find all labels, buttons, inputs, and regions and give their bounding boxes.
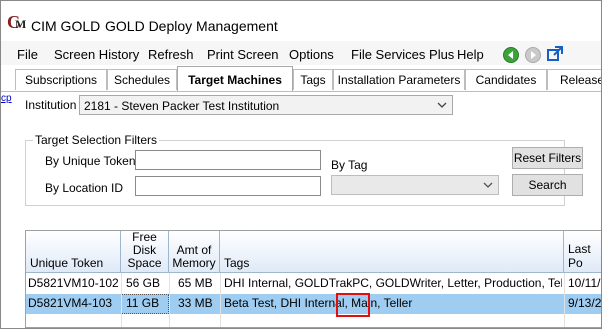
- left-link-strip[interactable]: cp: [1, 93, 12, 133]
- grid-divider: [121, 273, 122, 327]
- grid-divider: [564, 273, 565, 327]
- col-tags[interactable]: Tags: [220, 231, 564, 273]
- filters-group-title: Target Selection Filters: [33, 133, 160, 147]
- unique-token-input[interactable]: [135, 150, 321, 170]
- app-window: CM CIM GOLD GOLD Deploy Management File …: [0, 0, 602, 329]
- external-window-icon[interactable]: [547, 46, 563, 62]
- col-last[interactable]: Last Po: [564, 231, 601, 273]
- institution-value: 2181 - Steven Packer Test Institution: [84, 99, 280, 113]
- tag-label: By Tag: [331, 158, 368, 172]
- institution-select[interactable]: 2181 - Steven Packer Test Institution: [79, 95, 453, 115]
- menu-file-services-plus[interactable]: File Services Plus: [351, 47, 454, 62]
- tab-tags[interactable]: Tags: [293, 69, 333, 90]
- chevron-down-icon: [483, 182, 493, 188]
- col-free-disk-label: Free Disk Space: [121, 231, 168, 270]
- cell-tags: DHI Internal, GOLDTrakPC, GOLDWriter, Le…: [224, 276, 562, 290]
- tab-schedules[interactable]: Schedules: [107, 69, 177, 90]
- col-free-disk-space[interactable]: Free Disk Space: [121, 231, 169, 273]
- col-free-disk-line-3: Space: [127, 256, 162, 270]
- cell-memory: 33 MB: [178, 296, 213, 310]
- menu-bar: File Screen History Refresh Print Screen…: [1, 41, 601, 65]
- col-last-label: Last Po: [568, 242, 591, 270]
- cell-token: D5821VM4-103: [28, 296, 113, 310]
- tab-candidates[interactable]: Candidates: [465, 69, 547, 90]
- forward-arrow-icon[interactable]: [525, 47, 541, 63]
- annotation-highlight-box: [336, 293, 370, 317]
- table-row-selected[interactable]: D5821VM4-103 11 GB 33 MB Beta Test, DHI …: [26, 294, 602, 314]
- col-unique-token-label: Unique Token: [30, 256, 104, 270]
- col-amt-memory[interactable]: Amt of Memory: [169, 231, 220, 273]
- col-amt-memory-label: Amt of Memory: [169, 244, 219, 270]
- col-unique-token[interactable]: Unique Token: [26, 231, 121, 273]
- menu-screen-history[interactable]: Screen History: [54, 47, 139, 62]
- cell-last: 9/13/20: [568, 296, 602, 310]
- menu-help[interactable]: Help: [457, 47, 484, 62]
- unique-token-label: By Unique Token: [45, 154, 136, 168]
- table-row[interactable]: D5821VM10-102 56 GB 65 MB DHI Internal, …: [26, 274, 601, 294]
- cim-logo: CM: [7, 12, 27, 32]
- search-button[interactable]: Search: [512, 174, 583, 196]
- menu-print-screen[interactable]: Print Screen: [207, 47, 279, 62]
- location-id-input[interactable]: [135, 176, 321, 196]
- cell-disk: 56 GB: [126, 276, 161, 290]
- app-name: CIM GOLD: [31, 18, 101, 34]
- cell-tags: Beta Test, DHI Internal, Main, Teller: [224, 296, 413, 310]
- cell-disk: 11 GB: [126, 296, 160, 310]
- grid-divider: [169, 273, 170, 327]
- reset-filters-button[interactable]: Reset Filters: [512, 147, 583, 169]
- menu-options[interactable]: Options: [289, 47, 334, 62]
- col-tags-label: Tags: [224, 256, 250, 270]
- menu-refresh[interactable]: Refresh: [148, 47, 194, 62]
- cell-token: D5821VM10-102: [28, 276, 119, 290]
- back-arrow-icon[interactable]: [503, 47, 519, 63]
- grid-divider: [220, 273, 221, 327]
- machines-grid: Unique Token Free Disk Space Amt of Memo…: [25, 230, 602, 328]
- menu-file[interactable]: File: [17, 47, 38, 62]
- cell-memory: 65 MB: [178, 276, 213, 290]
- tab-releases[interactable]: Releases: [547, 69, 601, 90]
- cell-last: 10/11/2: [568, 276, 601, 290]
- left-link-text[interactable]: cp: [1, 93, 12, 105]
- tab-installation-parameters[interactable]: Installation Parameters: [333, 69, 465, 90]
- title-bar: CM CIM GOLD GOLD Deploy Management: [1, 1, 601, 39]
- tag-select[interactable]: [331, 175, 499, 195]
- tab-target-machines[interactable]: Target Machines: [177, 66, 293, 91]
- tab-subscriptions[interactable]: Subscriptions: [15, 69, 107, 90]
- col-amt-memory-line-2: Memory: [172, 256, 216, 270]
- tab-strip: Subscriptions Schedules Target Machines …: [1, 65, 601, 92]
- institution-label: Institution: [25, 98, 77, 112]
- window-title: GOLD Deploy Management: [105, 18, 278, 34]
- chevron-down-icon: [437, 102, 447, 108]
- location-id-label: By Location ID: [45, 181, 124, 195]
